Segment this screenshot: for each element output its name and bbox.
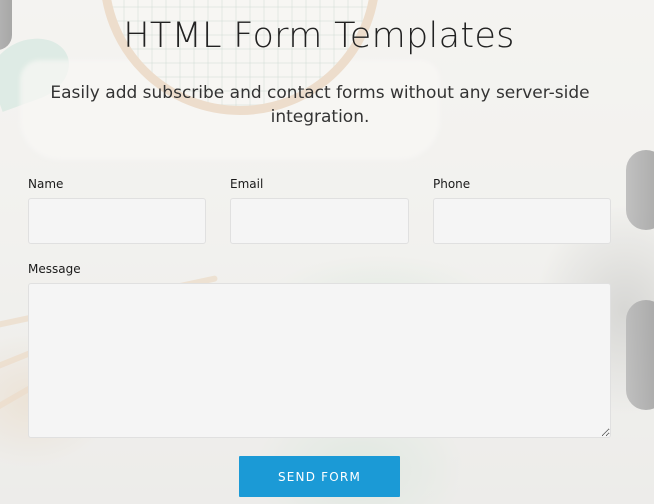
page-subtitle: Easily add subscribe and contact forms w… bbox=[50, 83, 590, 127]
phone-label: Phone bbox=[433, 177, 471, 191]
name-input[interactable] bbox=[28, 198, 206, 244]
send-form-button[interactable]: SEND FORM bbox=[239, 456, 400, 497]
phone-input[interactable] bbox=[433, 198, 611, 244]
page-title: HTML Form Templates bbox=[123, 16, 515, 56]
message-textarea[interactable] bbox=[28, 283, 611, 438]
email-input[interactable] bbox=[230, 198, 409, 244]
form-section: HTML Form Templates Easily add subscribe… bbox=[0, 0, 654, 504]
email-label: Email bbox=[230, 177, 264, 191]
name-label: Name bbox=[28, 177, 64, 191]
message-label: Message bbox=[28, 262, 81, 276]
